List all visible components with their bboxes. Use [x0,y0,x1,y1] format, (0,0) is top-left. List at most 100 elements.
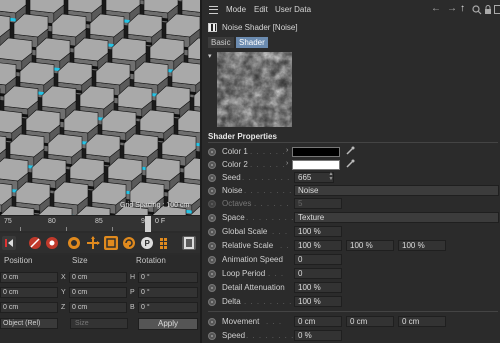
param-label: Space [222,213,245,222]
detail-attenuation-field[interactable]: 100 % [294,282,342,293]
delta-field[interactable]: 100 % [294,296,342,307]
lock-icon[interactable] [484,3,492,18]
expand-arrow-icon[interactable]: › [286,160,288,167]
movement-x-field[interactable]: 0 cm [294,316,342,327]
rotation-p-field[interactable]: 0 ° [138,287,198,298]
position-z-field[interactable]: 0 cm [0,302,58,313]
animation-speed-field[interactable]: 0 [294,254,342,265]
coordinates-manager: Position Size Rotation 0 cm X 0 cm H 0 °… [0,255,200,343]
global-scale-field[interactable]: 100 % [294,226,342,237]
rotation-track-button[interactable] [122,236,136,250]
timeline-tick-label: 85 [95,218,103,225]
animate-radio-icon[interactable] [208,187,216,195]
param-label: Animation Speed [222,255,283,264]
axis-label: Z [61,304,66,311]
preview-collapse-icon[interactable]: ▾ [208,52,212,60]
noise-type-dropdown[interactable]: Noise [294,185,499,196]
movement-y-field[interactable]: 0 cm [346,316,394,327]
param-relative-scale: Relative Scale . . 100 % 100 % 100 % [202,239,500,253]
label-leader: . . . . . . . . [246,331,295,340]
menu-user-data[interactable]: User Data [275,5,311,14]
size-z-field[interactable]: 0 cm [69,302,127,313]
record-icon [29,237,41,249]
timeline-ruler[interactable]: 75 80 85 90 0 F [0,215,200,232]
size-y-field[interactable]: 0 cm [69,287,127,298]
timeline-tick-label: 80 [48,218,56,225]
param-speed: Speed . . . . . . . . 0 % [202,329,500,343]
tab-basic[interactable]: Basic [208,37,234,48]
relative-scale-z-field[interactable]: 100 % [398,240,446,251]
menu-mode[interactable]: Mode [226,5,246,14]
keyframe-selection-button[interactable] [67,236,81,250]
rotation-b-field[interactable]: 0 ° [138,302,198,313]
rotation-h-field[interactable]: 0 ° [138,272,198,283]
parameter-p-icon: P [141,237,153,249]
param-animation-speed: Animation Speed 0 [202,253,500,267]
param-label: Noise [222,186,243,195]
position-track-button[interactable] [86,236,100,250]
new-panel-icon[interactable] [494,3,500,18]
color2-swatch[interactable] [292,160,340,170]
animate-radio-icon[interactable] [208,242,216,250]
label-leader: . . . . . . . . [244,186,293,195]
coord-row-x: 0 cm X 0 cm H 0 ° [0,272,200,284]
movement-z-field[interactable]: 0 cm [398,316,446,327]
3d-viewport[interactable]: Grid Spacing : 100 cm [0,0,200,215]
space-dropdown[interactable]: Texture [294,212,499,223]
animate-radio-icon[interactable] [208,148,216,156]
param-label: Seed [222,173,241,182]
color1-swatch[interactable] [292,147,340,157]
parameter-track-button[interactable]: P [140,236,154,250]
animate-radio-icon[interactable] [208,214,216,222]
coordinate-mode-dropdown[interactable]: Object (Rel) [0,318,58,329]
forward-arrow-icon[interactable]: → [447,3,457,14]
shader-preview[interactable] [217,52,292,127]
param-label: Loop Period [222,269,266,278]
speed-field[interactable]: 0 % [294,330,342,341]
point-level-button[interactable] [158,236,172,250]
timeline-playhead[interactable] [145,216,151,232]
param-label: Octaves [222,199,252,208]
section-divider [208,142,498,143]
tab-shader[interactable]: Shader [236,37,268,48]
timeline-window-button[interactable] [182,236,196,250]
autokey-button[interactable] [45,236,59,250]
back-arrow-icon[interactable]: ← [431,3,441,14]
animate-radio-icon[interactable] [208,332,216,340]
animate-radio-icon[interactable] [208,318,216,326]
search-icon[interactable] [472,3,482,18]
size-x-field[interactable]: 0 cm [69,272,127,283]
animate-radio-icon[interactable] [208,174,216,182]
size-mode-dropdown[interactable]: Size [70,318,128,329]
position-y-field[interactable]: 0 cm [0,287,58,298]
animate-radio-icon[interactable] [208,298,216,306]
record-button[interactable] [28,236,42,250]
label-leader: . . [280,241,290,250]
relative-scale-y-field[interactable]: 100 % [346,240,394,251]
skip-back-icon [5,239,13,247]
param-space: Space . . . . . . . . Texture [202,211,500,225]
go-to-start-button[interactable] [2,236,16,250]
label-leader: . . . . . . [250,160,286,169]
hamburger-menu-icon[interactable] [209,6,218,14]
label-leader: . . . . . . [254,199,290,208]
position-x-field[interactable]: 0 cm [0,272,58,283]
up-arrow-icon[interactable]: ↑ [460,3,465,14]
animate-radio-icon[interactable] [208,256,216,264]
animate-radio-icon[interactable] [208,284,216,292]
expand-arrow-icon[interactable]: › [286,147,288,154]
label-leader: . . . . . . . . [242,173,291,182]
label-leader: . . . [266,317,283,326]
scale-track-button[interactable] [104,236,118,250]
stepper-icon[interactable]: ▲ ▼ [328,172,334,183]
relative-scale-x-field[interactable]: 100 % [294,240,342,251]
menu-edit[interactable]: Edit [254,5,268,14]
animate-radio-icon[interactable] [208,161,216,169]
object-title: Noise Shader [Noise] [222,23,298,32]
animate-radio-icon[interactable] [208,270,216,278]
loop-period-field[interactable]: 0 [294,268,342,279]
animate-radio-icon[interactable] [208,228,216,236]
timeline-tick [66,227,67,231]
coord-row-z: 0 cm Z 0 cm B 0 ° [0,302,200,314]
apply-button[interactable]: Apply [138,318,198,330]
